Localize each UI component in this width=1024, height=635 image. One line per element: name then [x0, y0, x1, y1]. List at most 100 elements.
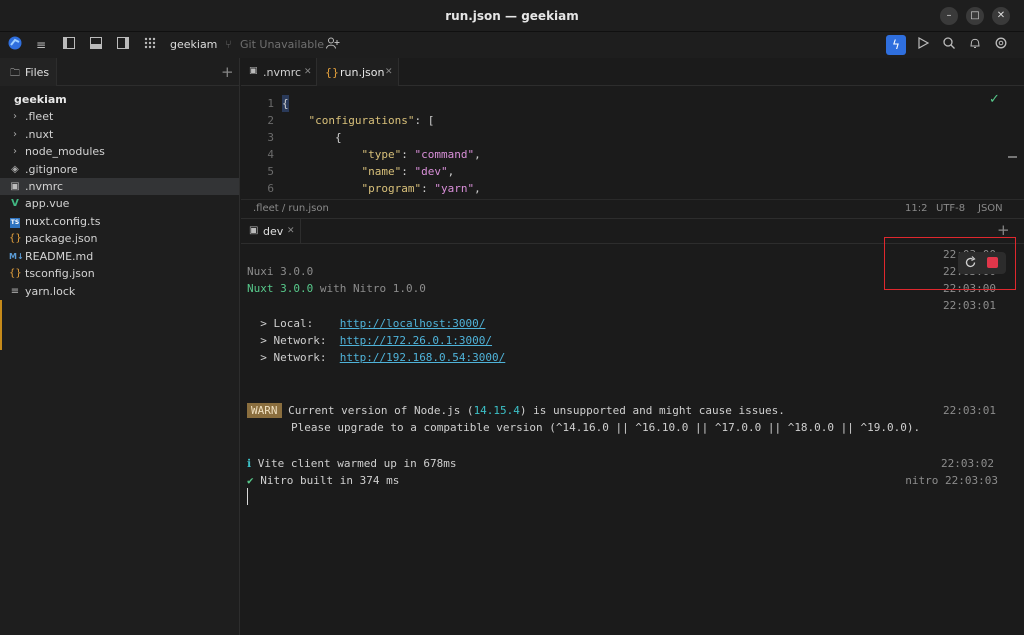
tree-item-readme[interactable]: M↓ README.md: [0, 248, 239, 265]
json-key: "configurations": [308, 114, 415, 127]
line-number: 6: [267, 182, 274, 195]
vue-icon: V: [11, 198, 19, 209]
close-button[interactable]: ✕: [992, 7, 1010, 25]
fleet-logo-icon[interactable]: [8, 36, 22, 54]
timestamp: nitro 22:03:03: [905, 474, 998, 487]
tree-item-gitignore[interactable]: ◈ .gitignore: [0, 161, 239, 178]
local-url-link[interactable]: http://localhost:3000/: [340, 317, 486, 330]
json-key: "type": [361, 148, 402, 161]
project-root[interactable]: geekiam: [14, 93, 67, 106]
settings-icon[interactable]: [995, 36, 1007, 54]
line-number: 5: [267, 165, 274, 178]
tab-nvmrc[interactable]: ▣ .nvmrc ✕: [241, 58, 317, 86]
left-panel-icon[interactable]: [63, 36, 75, 54]
close-tab-icon[interactable]: ✕: [287, 226, 295, 236]
tree-item-node-modules[interactable]: › node_modules: [0, 143, 239, 160]
vite-text: Vite client warmed up in 678ms: [251, 457, 457, 470]
timestamp: 22:03:02: [941, 457, 994, 470]
run-icon[interactable]: [917, 36, 930, 54]
breadcrumb[interactable]: .fleet / run.json: [253, 203, 329, 214]
tab-label: dev: [263, 225, 284, 238]
tab-run-json[interactable]: {} run.json ✕: [317, 58, 399, 86]
json-key: "name": [361, 165, 402, 178]
tree-item-nuxt[interactable]: › .nuxt: [0, 126, 239, 143]
json-value: "dev": [414, 165, 448, 178]
tree-item-label: .nvmrc: [25, 180, 64, 193]
tree-item-tsconfig[interactable]: {} tsconfig.json: [0, 265, 239, 282]
tree-item-package-json[interactable]: {} package.json: [0, 230, 239, 247]
line-content: {: [282, 95, 289, 112]
tab-label: run.json: [340, 66, 385, 79]
maximize-button[interactable]: □: [966, 7, 984, 25]
project-name[interactable]: geekiam: [170, 38, 217, 51]
timestamp: 22:03:01: [943, 404, 996, 417]
nuxt-version: Nuxt 3.0.0: [247, 282, 314, 295]
terminal-icon: ▣: [249, 225, 259, 236]
json-icon: {}: [9, 268, 22, 279]
tree-item-label: .gitignore: [25, 163, 78, 176]
cursor-position[interactable]: 11:2: [905, 203, 927, 214]
tab-files-label: Files: [25, 66, 50, 79]
tree-item-yarn-lock[interactable]: ≡ yarn.lock: [0, 283, 239, 300]
sidebar-tabs: 🗀 Files +: [0, 58, 239, 86]
toolbar: ≡ geekiam ⑂ Git Unavailable ϟ: [0, 32, 1024, 58]
line-number: 1: [267, 97, 274, 110]
tab-dev[interactable]: ▣ dev ✕: [241, 219, 301, 244]
line-content: "name": "dev",: [361, 165, 455, 178]
code-area[interactable]: 1 { 2 "configurations": [ 3 { 4 "type": …: [241, 87, 1024, 199]
markdown-icon: M↓: [9, 252, 24, 261]
lightning-icon[interactable]: ϟ: [886, 35, 906, 55]
search-icon[interactable]: [943, 36, 955, 54]
network-url-link[interactable]: http://192.168.0.54:3000/: [340, 351, 506, 364]
local-label: > Local:: [247, 317, 340, 330]
output-line: ℹ Vite client warmed up in 678ms: [247, 455, 1017, 472]
window-edge-accent: [0, 300, 2, 350]
minimize-button[interactable]: –: [940, 7, 958, 25]
bell-icon[interactable]: [969, 36, 981, 54]
tree-item-label: package.json: [25, 232, 98, 245]
nitro-text: Nitro built in 374 ms: [253, 474, 400, 487]
tab-files[interactable]: 🗀 Files: [0, 58, 57, 86]
tree-item-nvmrc[interactable]: ▣ .nvmrc: [0, 178, 239, 195]
close-tab-icon[interactable]: ✕: [385, 67, 393, 77]
tree-item-nuxt-config[interactable]: TS nuxt.config.ts: [0, 213, 239, 230]
network-url-link[interactable]: http://172.26.0.1:3000/: [340, 334, 492, 347]
json-icon: {}: [9, 233, 22, 244]
line-number: 4: [267, 148, 274, 161]
add-icon[interactable]: +: [221, 63, 234, 81]
tree-item-label: README.md: [25, 250, 94, 263]
line-content: "program": "yarn",: [361, 182, 481, 195]
menu-icon[interactable]: ≡: [36, 36, 46, 54]
tree-item-label: tsconfig.json: [25, 267, 95, 280]
right-panel-icon[interactable]: [117, 36, 129, 54]
git-branch-icon: ⑂: [225, 38, 232, 51]
chevron-right-icon: ›: [13, 111, 17, 122]
tree-item-fleet[interactable]: › .fleet: [0, 108, 239, 125]
output-line: > Local: http://localhost:3000/: [247, 315, 1017, 332]
bottom-panel-icon[interactable]: [90, 36, 102, 54]
network-label: > Network:: [247, 334, 340, 347]
tree-item-label: node_modules: [25, 145, 105, 158]
json-value: "command": [414, 148, 475, 161]
tree-item-app-vue[interactable]: V app.vue: [0, 195, 239, 212]
tree-item-label: .nuxt: [25, 128, 54, 141]
title-bar: run.json — geekiam – □ ✕: [0, 0, 1024, 32]
scroll-marker[interactable]: [1008, 156, 1017, 158]
git-status[interactable]: Git Unavailable: [240, 38, 324, 51]
language-mode[interactable]: JSON: [978, 203, 1003, 214]
highlight-box: [884, 237, 1016, 290]
json-key: "program": [361, 182, 422, 195]
chevron-right-icon: ›: [13, 129, 17, 140]
line-content: {: [282, 131, 342, 144]
code-line: 1 {: [241, 95, 1001, 112]
tree-item-label: nuxt.config.ts: [25, 215, 101, 228]
output-line: Please upgrade to a compatible version (…: [291, 421, 921, 434]
encoding[interactable]: UTF-8: [936, 203, 965, 214]
apps-grid-icon[interactable]: [144, 36, 156, 54]
warn-text: Current version of Node.js (: [288, 404, 474, 417]
output-line: WARN Current version of Node.js (14.15.4…: [247, 402, 1017, 419]
close-tab-icon[interactable]: ✕: [304, 67, 312, 77]
add-user-icon[interactable]: [326, 36, 340, 54]
tree-item-label: yarn.lock: [25, 285, 76, 298]
warn-badge: WARN: [247, 403, 282, 418]
